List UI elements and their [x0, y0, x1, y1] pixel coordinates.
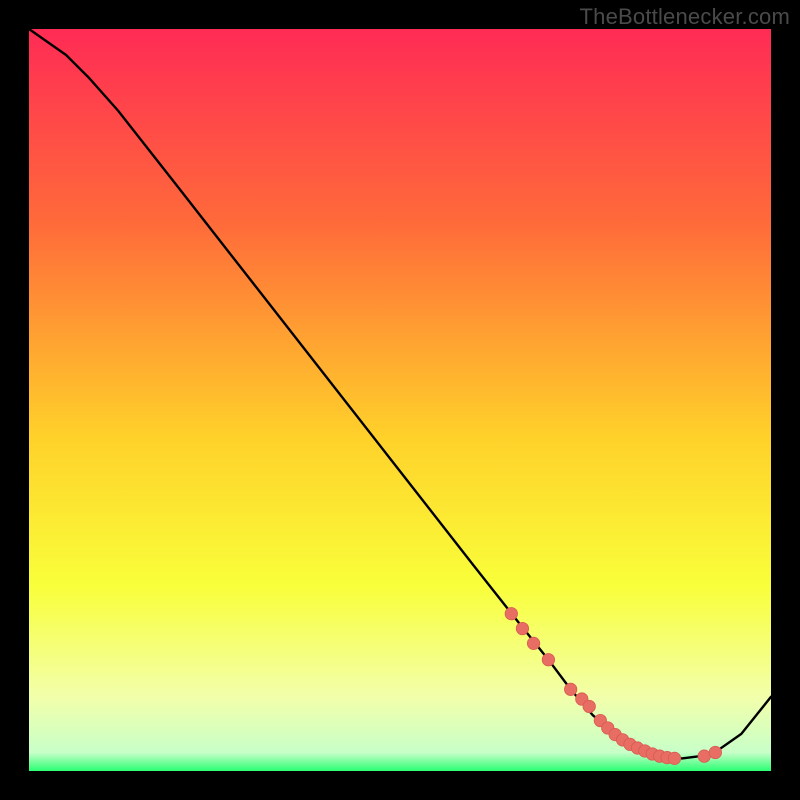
marker-point — [668, 752, 680, 764]
marker-point — [505, 608, 517, 620]
watermark-text: TheBottlenecker.com — [580, 4, 790, 30]
marker-point — [583, 700, 595, 712]
marker-point — [542, 654, 554, 666]
chart-svg — [29, 29, 771, 771]
marker-point — [698, 750, 710, 762]
marker-point — [709, 746, 721, 758]
chart-frame: TheBottlenecker.com — [0, 0, 800, 800]
plot-area — [29, 29, 771, 771]
marker-point — [516, 622, 528, 634]
marker-point — [564, 683, 576, 695]
marker-point — [527, 637, 539, 649]
